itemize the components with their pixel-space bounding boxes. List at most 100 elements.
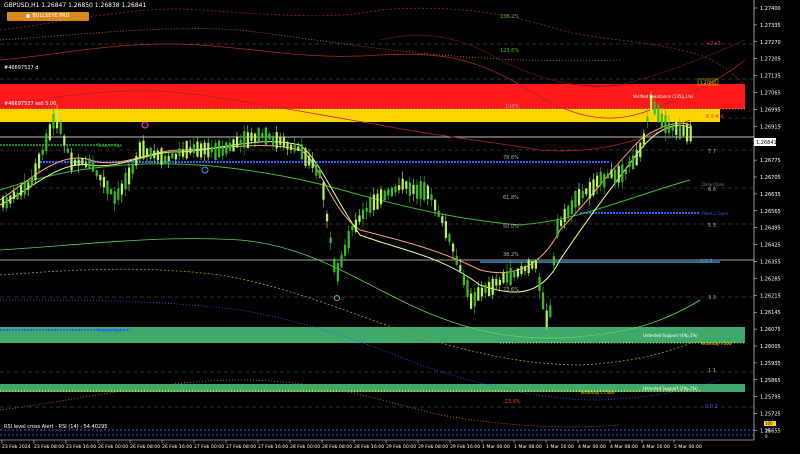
candle <box>527 259 530 274</box>
candle <box>567 205 570 219</box>
candle <box>426 185 429 199</box>
candle <box>347 230 350 249</box>
fib-1236: 123.6% <box>500 48 519 54</box>
candle <box>329 237 332 243</box>
price-tick-label: 1.26145 <box>760 310 781 316</box>
candle <box>300 144 303 160</box>
candle <box>315 163 318 176</box>
candle <box>509 268 512 286</box>
candle <box>488 281 491 296</box>
candle <box>365 207 368 212</box>
candle <box>311 158 314 168</box>
candle <box>272 135 275 146</box>
candle <box>524 266 527 271</box>
candle <box>38 153 41 169</box>
candle <box>448 233 451 243</box>
candle <box>117 188 120 200</box>
price-chart[interactable]: 1.26841 1.27065 Verified Resistance (135… <box>0 0 800 450</box>
candle <box>473 292 476 307</box>
candle <box>214 142 217 160</box>
candle <box>128 167 131 185</box>
candle <box>455 255 458 265</box>
candle <box>459 265 462 272</box>
small-level-text: 1.27065 <box>700 80 717 85</box>
candle <box>502 272 505 283</box>
candle <box>491 278 494 295</box>
candle <box>124 172 127 190</box>
candle <box>376 193 379 210</box>
time-tick-label: 4 Mar 00:00 <box>578 444 606 450</box>
candle <box>160 148 163 165</box>
candle <box>506 271 509 283</box>
candle <box>99 174 102 181</box>
candle <box>218 140 221 158</box>
price-tick-label: 1.26915 <box>760 124 781 130</box>
candle <box>628 161 631 167</box>
time-tick-label: 4 Mar 16:00 <box>642 444 670 450</box>
price-tick-label: 1.27270 <box>760 40 781 46</box>
bullseye-icon <box>26 13 31 18</box>
price-tick-label: 1.26495 <box>760 226 781 232</box>
candle <box>660 113 663 128</box>
resistance-label: Verified Resistance (135p,1%) <box>633 94 694 99</box>
candle <box>41 149 44 155</box>
candle <box>419 181 422 199</box>
fib-618: 61.8% <box>503 195 519 201</box>
candle <box>585 188 588 195</box>
candle <box>12 191 15 199</box>
candle <box>275 132 278 149</box>
candle <box>588 182 591 199</box>
candle <box>570 200 573 215</box>
time-tick-label: 1 Mar 08:00 <box>514 444 542 450</box>
side-label-m6: 1 1 <box>708 368 716 374</box>
side-label-m7: 0 0 2 <box>705 404 718 410</box>
candle <box>66 148 69 153</box>
time-tick-label: 28 Feb 08:00 <box>322 444 352 450</box>
candle <box>192 144 195 154</box>
time-tick-label: 1 Mar 00:00 <box>482 444 510 450</box>
price-tick-label: 1.25935 <box>760 361 781 367</box>
candle <box>398 185 401 191</box>
candle <box>120 183 123 195</box>
candle <box>246 132 249 149</box>
candle <box>513 271 516 278</box>
side-label-m1: 7 7 <box>708 149 716 155</box>
candle <box>552 256 555 266</box>
candle <box>362 209 365 219</box>
candle <box>394 185 397 193</box>
time-tick-label: 26 Feb 08:00 <box>130 444 160 450</box>
candle <box>452 243 455 252</box>
chart-canvas[interactable]: 1.26841 1.27065 Verified Resistance (135… <box>0 0 800 450</box>
time-tick-label: 23 Feb 08:00 <box>34 444 64 450</box>
price-tick-label: 1.26995 <box>760 107 781 113</box>
candle <box>95 170 98 177</box>
candle <box>142 140 145 159</box>
candle <box>556 218 559 237</box>
candle <box>437 210 440 218</box>
candle <box>617 165 620 183</box>
candle <box>610 169 613 179</box>
side-label-r1: 6 5 4 4 <box>706 114 724 120</box>
candle <box>243 131 246 148</box>
candle <box>81 157 84 166</box>
rsi-value-100: 100 <box>765 421 773 426</box>
candle <box>387 189 390 196</box>
candle <box>322 181 325 200</box>
candle <box>642 133 645 145</box>
candle <box>149 147 152 159</box>
candle <box>534 260 537 269</box>
candle <box>358 215 361 222</box>
price-tick-label: 1.25865 <box>760 378 781 384</box>
price-tick-label: 1.25655 <box>760 429 781 435</box>
candle <box>646 116 649 122</box>
candle <box>102 177 105 188</box>
candle <box>308 156 311 166</box>
candle <box>372 194 375 211</box>
candle <box>520 266 523 275</box>
brand-button[interactable]: BULLSEYE PRO <box>7 12 89 21</box>
fib-786: 78.6% <box>503 155 519 161</box>
fib-236: 23.6% <box>503 287 519 293</box>
price-tick-label: 1.27335 <box>760 23 781 29</box>
resistance-zone-inner[interactable] <box>0 109 720 122</box>
candle <box>279 137 282 145</box>
